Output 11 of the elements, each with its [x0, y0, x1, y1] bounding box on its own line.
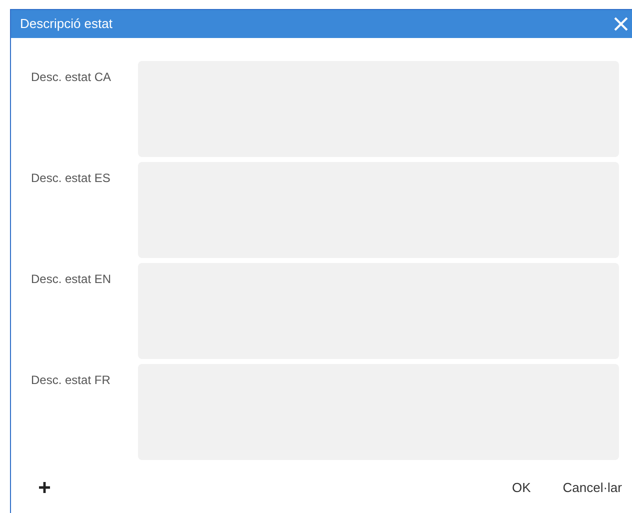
dialog-button[interactable]: OK [512, 478, 531, 498]
close-icon [614, 17, 628, 31]
field-label: Desc. estat CA [30, 69, 112, 86]
close-button[interactable] [612, 15, 630, 33]
plus-icon [38, 482, 50, 494]
add-button[interactable] [37, 480, 51, 495]
field-label: Desc. estat EN [30, 271, 112, 288]
window-title: Descripció estat [20, 15, 112, 34]
dialog-button[interactable]: Cancel·lar [562, 478, 622, 498]
field-label: Desc. estat ES [30, 170, 112, 187]
field-label: Desc. estat FR [30, 372, 112, 389]
